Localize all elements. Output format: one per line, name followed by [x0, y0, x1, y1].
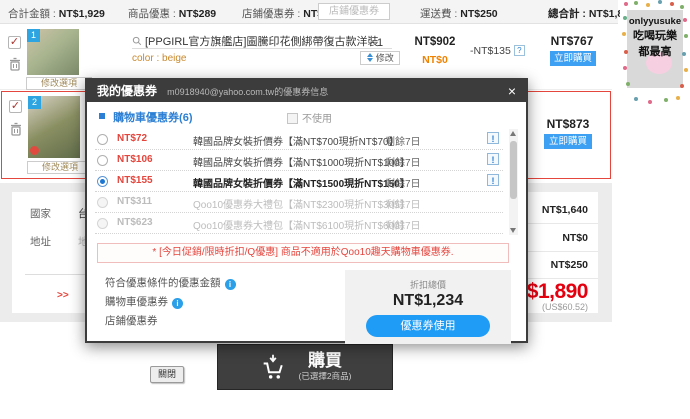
modal-title: 我的優惠券	[97, 84, 158, 98]
up-down-arrows-icon	[366, 53, 374, 62]
trash-icon[interactable]	[9, 122, 23, 137]
ad-text-line1: onlyyusuke	[628, 16, 682, 27]
more-link[interactable]: >>	[57, 290, 69, 301]
info-icon[interactable]: i	[172, 298, 183, 309]
radio-icon[interactable]	[97, 155, 108, 166]
coupon-desc: 韓國品牌女裝折價券【滿NT$1500現折NT$150】	[193, 179, 410, 190]
ad-text-line2: 吃喝玩樂	[633, 30, 677, 42]
coupon-desc: Qoo10優惠券大禮包【滿NT$6100現折NT$600】	[193, 221, 410, 232]
coupon-days-left: 剩餘7日	[385, 179, 421, 190]
radio-icon-disabled	[97, 197, 108, 208]
shop-coupon-amount: 店鋪優惠券 : NT$0	[242, 8, 329, 20]
ad-text-line3: 都最高	[638, 46, 672, 58]
coupon-desc: 韓國品牌女裝折價券【滿NT$700現折NT$70】	[193, 137, 399, 148]
item1-quantity-modify-button[interactable]: 修改	[360, 51, 400, 65]
side-ad-column: onlyyusuke 吃喝玩樂 都最高	[620, 0, 690, 419]
address-label: 地址	[30, 236, 51, 248]
item2-number-badge: 2	[28, 96, 41, 109]
item2-final-price: NT$873	[546, 117, 590, 131]
item2-buy-now-button[interactable]: 立即購買	[544, 134, 592, 149]
coupon-days-left: 剩餘7日	[385, 158, 421, 169]
coupon-list: NT$72 韓國品牌女裝折價券【滿NT$700現折NT$70】 剩餘7日 ! N…	[95, 129, 503, 234]
scroll-up-arrow-icon[interactable]	[510, 131, 516, 136]
item1-final-price: NT$767	[550, 34, 594, 48]
coupon-amount: NT$72	[117, 133, 148, 144]
search-icon	[132, 36, 142, 46]
coupon-amount: NT$106	[117, 154, 153, 165]
coupon-days-left: 剩餘7日	[385, 200, 421, 211]
item1-coupon-price: NT$0	[422, 54, 448, 66]
item1-checkbox[interactable]: ✓	[8, 36, 21, 49]
coupon-desc: Qoo10優惠券大禮包【滿NT$2300現折NT$305】	[193, 200, 410, 211]
coupon-desc: 韓國品牌女裝折價券【滿NT$1000現折NT$100】	[193, 158, 410, 169]
coupon-amount: NT$155	[117, 175, 153, 186]
discount-total-value: NT$1,234	[392, 292, 464, 309]
help-icon[interactable]: ?	[513, 45, 525, 56]
radio-icon[interactable]	[97, 134, 108, 145]
radio-icon-selected[interactable]	[97, 176, 108, 187]
modal-body: 購物車優惠券(6) 不使用 NT$72 韓國品牌女裝折價券【滿NT$700現折N…	[87, 102, 526, 344]
modal-header: 我的優惠券 m0918940@yahoo.com.tw的優惠券信息 ×	[87, 80, 526, 102]
item1-buy-now-button[interactable]: 立即購買	[550, 51, 596, 66]
coupon-days-left: 剩餘7日	[385, 221, 421, 232]
shop-coupon-button[interactable]: 店鋪優惠券	[318, 3, 390, 20]
bullet-icon	[99, 113, 105, 119]
my-coupons-modal: 我的優惠券 m0918940@yahoo.com.tw的優惠券信息 × 購物車優…	[85, 78, 528, 344]
item1-title[interactable]: [PPGIRL官方旗艦店]圖騰印花側綁帶復古款洋裝	[132, 33, 378, 49]
cart-icon	[263, 354, 283, 379]
checkbox-icon	[287, 113, 298, 124]
coupon-amount: NT$623	[117, 217, 153, 228]
coupon-info-icon[interactable]: !	[487, 174, 499, 186]
scroll-down-arrow-icon[interactable]	[510, 228, 516, 233]
coupon-days-left: 剩餘7日	[385, 137, 421, 148]
coupon-row[interactable]: NT$106 韓國品牌女裝折價券【滿NT$1000現折NT$100】 剩餘7日 …	[95, 150, 503, 171]
divider	[132, 48, 392, 49]
item1-option: color : beige	[132, 53, 187, 64]
purchase-button[interactable]: 購買 (已選擇2商品)	[217, 344, 393, 390]
discount-total-box: 折扣總價 NT$1,234 優惠券使用	[345, 270, 511, 344]
item2-edit-options-button[interactable]: 修改選項	[27, 161, 93, 174]
radio-icon-disabled	[97, 218, 108, 229]
item1-product-image[interactable]: 1	[27, 29, 79, 75]
shipping-fee-label: 運送費 : NT$250	[420, 8, 498, 20]
item1-edit-options-button[interactable]: 修改選項	[26, 77, 92, 90]
floral-decoration	[624, 2, 628, 6]
item2-checkbox[interactable]: ✓	[9, 100, 22, 113]
cart-total-label: 合計金額 : NT$1,929	[8, 8, 105, 20]
item1-price: NT$902	[414, 36, 456, 48]
close-page-button[interactable]: 關閉	[150, 366, 184, 383]
item2-product-image[interactable]: 2	[28, 96, 80, 158]
purchase-button-sublabel: (已選擇2商品)	[298, 371, 352, 381]
cart-coupon-section-title: 購物車優惠券(6)	[99, 109, 193, 125]
country-label: 國家	[30, 208, 51, 220]
order-summary-bar: 合計金額 : NT$1,929 商品優惠 : NT$289 店鋪優惠券 : NT…	[0, 0, 635, 24]
item1-number-badge: 1	[27, 29, 40, 42]
coupon-row-selected[interactable]: NT$155 韓國品牌女裝折價券【滿NT$1500現折NT$150】 剩餘7日 …	[95, 171, 503, 192]
no-use-checkbox[interactable]: 不使用	[287, 110, 332, 125]
info-icon[interactable]: i	[224, 279, 236, 290]
purchase-button-label: 購買	[307, 351, 342, 370]
scrollbar-thumb[interactable]	[510, 141, 517, 199]
modal-subtitle: m0918940@yahoo.com.tw的優惠券信息	[167, 87, 329, 97]
coupon-info-icon[interactable]: !	[487, 153, 499, 165]
item1-quantity: 1	[376, 37, 384, 49]
close-icon[interactable]: ×	[504, 80, 520, 102]
coupon-info-icon[interactable]: !	[487, 132, 499, 144]
trash-icon[interactable]	[8, 57, 22, 72]
coupon-list-scrollbar[interactable]	[509, 129, 518, 235]
coupon-warning: * [今日促銷/限時折扣/Q優惠] 商品不適用於Qoo10趣天購物車優惠券.	[97, 243, 509, 263]
ad-banner[interactable]: onlyyusuke 吃喝玩樂 都最高	[620, 0, 690, 110]
coupon-row-disabled: NT$311 Qoo10優惠券大禮包【滿NT$2300現折NT$305】 剩餘7…	[95, 192, 503, 213]
divider	[25, 274, 87, 275]
coupon-row-disabled: NT$623 Qoo10優惠券大禮包【滿NT$6100現折NT$600】 剩餘7…	[95, 213, 503, 234]
item1-discount: -NT$135?	[470, 45, 525, 57]
discount-total-label: 折扣總價	[409, 280, 446, 290]
item2-promo-badge	[30, 146, 39, 155]
item-discount-label: 商品優惠 : NT$289	[128, 8, 217, 20]
coupon-amount: NT$311	[117, 196, 153, 207]
coupon-row[interactable]: NT$72 韓國品牌女裝折價券【滿NT$700現折NT$70】 剩餘7日 !	[95, 129, 503, 150]
apply-coupon-button[interactable]: 優惠券使用	[366, 315, 490, 337]
